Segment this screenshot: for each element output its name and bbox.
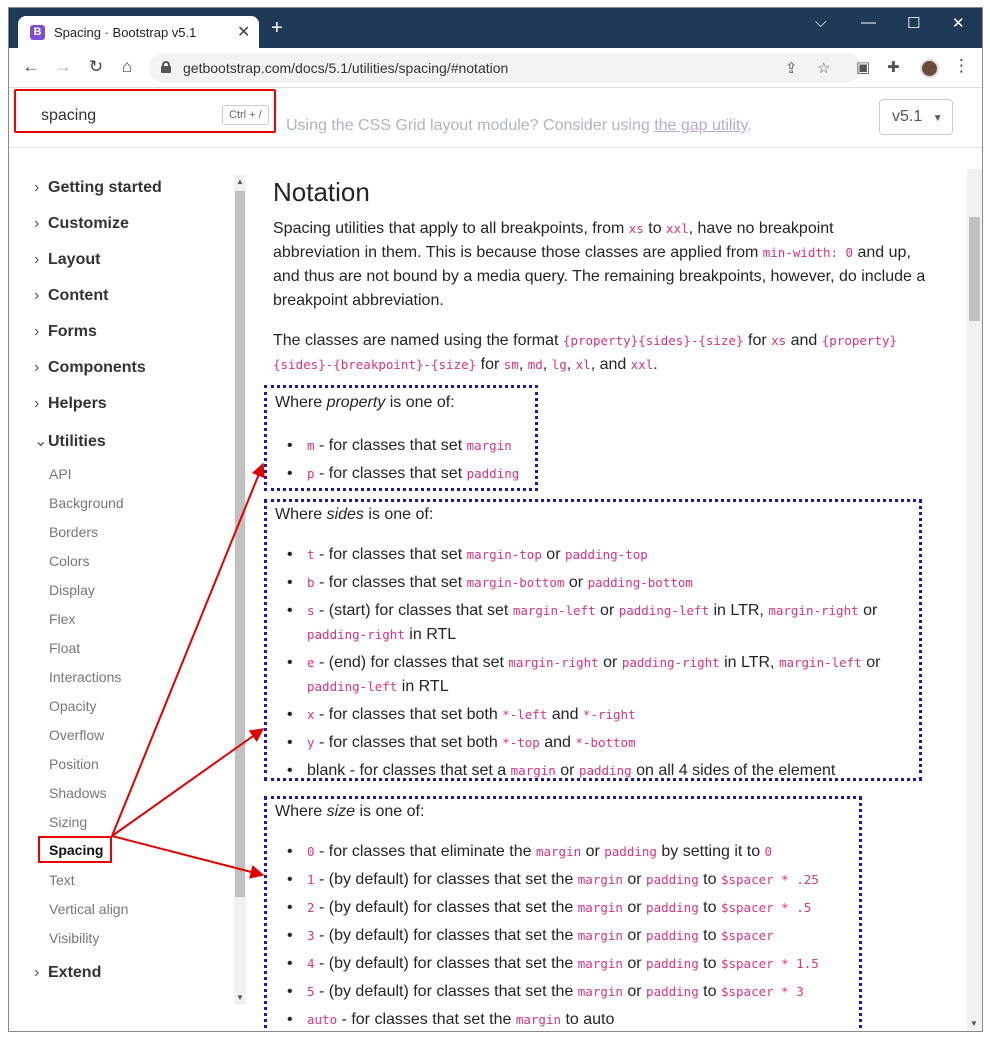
sidebar-item-opacity[interactable]: Opacity: [49, 698, 96, 714]
chevron-right-icon: ›: [34, 323, 40, 340]
forward-icon[interactable]: →: [54, 58, 72, 76]
header-divider: [9, 147, 982, 148]
chevron-right-icon: ›: [34, 215, 40, 232]
maximize-icon[interactable]: ☐: [907, 14, 920, 32]
sidebar-item-spacing[interactable]: Spacing: [38, 836, 112, 863]
menu-dots-icon[interactable]: ⋮: [953, 56, 970, 76]
property-annotation-box: Where property is one of: • m - for class…: [264, 385, 538, 491]
page-viewport: Using the CSS Grid layout module? Consid…: [9, 89, 982, 1031]
sidebar-group-extend[interactable]: › Extend: [34, 964, 101, 982]
sidebar-item-colors[interactable]: Colors: [49, 553, 89, 569]
profile-avatar[interactable]: [920, 59, 939, 78]
sidebar-group-components[interactable]: › Components: [34, 359, 146, 377]
chevron-right-icon: ›: [34, 287, 40, 304]
sidebar-scroll-thumb[interactable]: [235, 191, 245, 897]
chevron-right-icon: ›: [34, 251, 40, 268]
sidebar-item-background[interactable]: Background: [49, 495, 124, 511]
sidebar-group-utilities[interactable]: ⌄Utilities: [34, 431, 106, 451]
title-bar: B Spacing · Bootstrap v5.1 ✕ + ⌵ — ☐ ✕: [9, 8, 982, 48]
chevron-down-icon: ⌄: [34, 433, 48, 450]
new-tab-icon[interactable]: +: [271, 18, 283, 38]
notation-paragraph-2: The classes are named using the format {…: [273, 332, 898, 373]
notation-paragraph-1: Spacing utilities that apply to all brea…: [273, 220, 926, 309]
chevron-right-icon: ›: [34, 964, 40, 981]
home-icon[interactable]: ⌂: [118, 58, 136, 76]
sidebar-item-sizing[interactable]: Sizing: [49, 814, 87, 830]
caret-down-icon: ▼: [932, 113, 943, 124]
scroll-down-arrow-icon[interactable]: ▼: [234, 993, 246, 1002]
sidebar-item-api[interactable]: API: [49, 466, 72, 482]
sides-annotation-box: Where sides is one of: • t - for classes …: [264, 499, 922, 781]
page-scroll-down-icon[interactable]: ▼: [968, 1019, 980, 1028]
sidebar-item-visibility[interactable]: Visibility: [49, 930, 99, 946]
tab-search-chevron-icon[interactable]: ⌵: [815, 14, 826, 31]
browser-toolbar: ← → ↻ ⌂ getbootstrap.com/docs/5.1/utilit…: [9, 48, 982, 88]
chevron-right-icon: ›: [34, 395, 40, 412]
version-dropdown[interactable]: v5.1 ▼: [879, 99, 953, 135]
docs-search[interactable]: spacing Ctrl + /: [14, 89, 276, 133]
back-icon[interactable]: ←: [22, 58, 40, 76]
minimize-icon[interactable]: —: [861, 14, 876, 31]
docs-sidebar: › Getting started › Customize › Layout › Con…: [9, 169, 247, 1009]
sidebar-item-shadows[interactable]: Shadows: [49, 785, 107, 801]
search-input[interactable]: spacing: [41, 107, 96, 125]
sidebar-group-helpers[interactable]: › Helpers: [34, 395, 107, 413]
sidebar-item-float[interactable]: Float: [49, 640, 80, 656]
browser-tab[interactable]: B Spacing · Bootstrap v5.1 ✕: [18, 16, 259, 48]
close-window-icon[interactable]: ✕: [952, 14, 965, 32]
chevron-right-icon: ›: [34, 179, 40, 196]
sidebar-item-vertical-align[interactable]: Vertical align: [49, 901, 128, 917]
bootstrap-favicon-icon: B: [30, 25, 45, 40]
reload-icon[interactable]: ↻: [87, 58, 105, 76]
size-heading: Where size is one of:: [275, 803, 425, 820]
sidebar-item-interactions[interactable]: Interactions: [49, 669, 121, 685]
extensions-puzzle-icon[interactable]: ✚: [887, 58, 900, 76]
page-scroll-thumb[interactable]: [969, 217, 980, 321]
sidebar-group-getting-started[interactable]: › Getting started: [34, 179, 162, 197]
property-heading: Where property is one of:: [275, 394, 455, 411]
sidebar-item-flex[interactable]: Flex: [49, 611, 75, 627]
lock-icon: [161, 61, 171, 73]
sidebar-item-borders[interactable]: Borders: [49, 524, 98, 540]
address-bar[interactable]: getbootstrap.com/docs/5.1/utilities/spac…: [149, 53, 861, 83]
sidebar-item-display[interactable]: Display: [49, 582, 95, 598]
sidebar-item-overflow[interactable]: Overflow: [49, 727, 104, 743]
extension-app-icon[interactable]: ▣: [856, 58, 870, 76]
browser-window: B Spacing · Bootstrap v5.1 ✕ + ⌵ — ☐ ✕ ←…: [8, 7, 983, 1032]
gap-utility-callout: Using the CSS Grid layout module? Consid…: [286, 117, 752, 134]
url-text: getbootstrap.com/docs/5.1/utilities/spac…: [183, 60, 509, 76]
search-shortcut-hint: Ctrl + /: [222, 105, 269, 125]
bookmark-star-icon[interactable]: ☆: [817, 59, 830, 77]
sidebar-scrollbar[interactable]: ▲ ▼: [234, 175, 246, 1005]
sidebar-group-customize[interactable]: › Customize: [34, 215, 129, 233]
sidebar-item-text[interactable]: Text: [49, 872, 75, 888]
scroll-up-arrow-icon[interactable]: ▲: [234, 177, 246, 186]
page-title: Notation: [273, 177, 370, 207]
sidebar-group-content[interactable]: › Content: [34, 287, 108, 305]
tab-close-icon[interactable]: ✕: [237, 22, 250, 42]
sidebar-group-forms[interactable]: › Forms: [34, 323, 97, 341]
sidebar-group-layout[interactable]: › Layout: [34, 251, 100, 269]
sidebar-item-position[interactable]: Position: [49, 756, 99, 772]
size-annotation-box: Where size is one of: • 0 - for classes t…: [264, 796, 862, 1031]
chevron-right-icon: ›: [34, 359, 40, 376]
share-icon[interactable]: ⇪: [785, 59, 798, 77]
sides-heading: Where sides is one of:: [275, 506, 434, 523]
gap-utility-link[interactable]: the gap utility: [654, 117, 747, 134]
page-scrollbar[interactable]: ▼: [967, 169, 982, 1031]
tab-title: Spacing · Bootstrap v5.1: [54, 25, 197, 40]
